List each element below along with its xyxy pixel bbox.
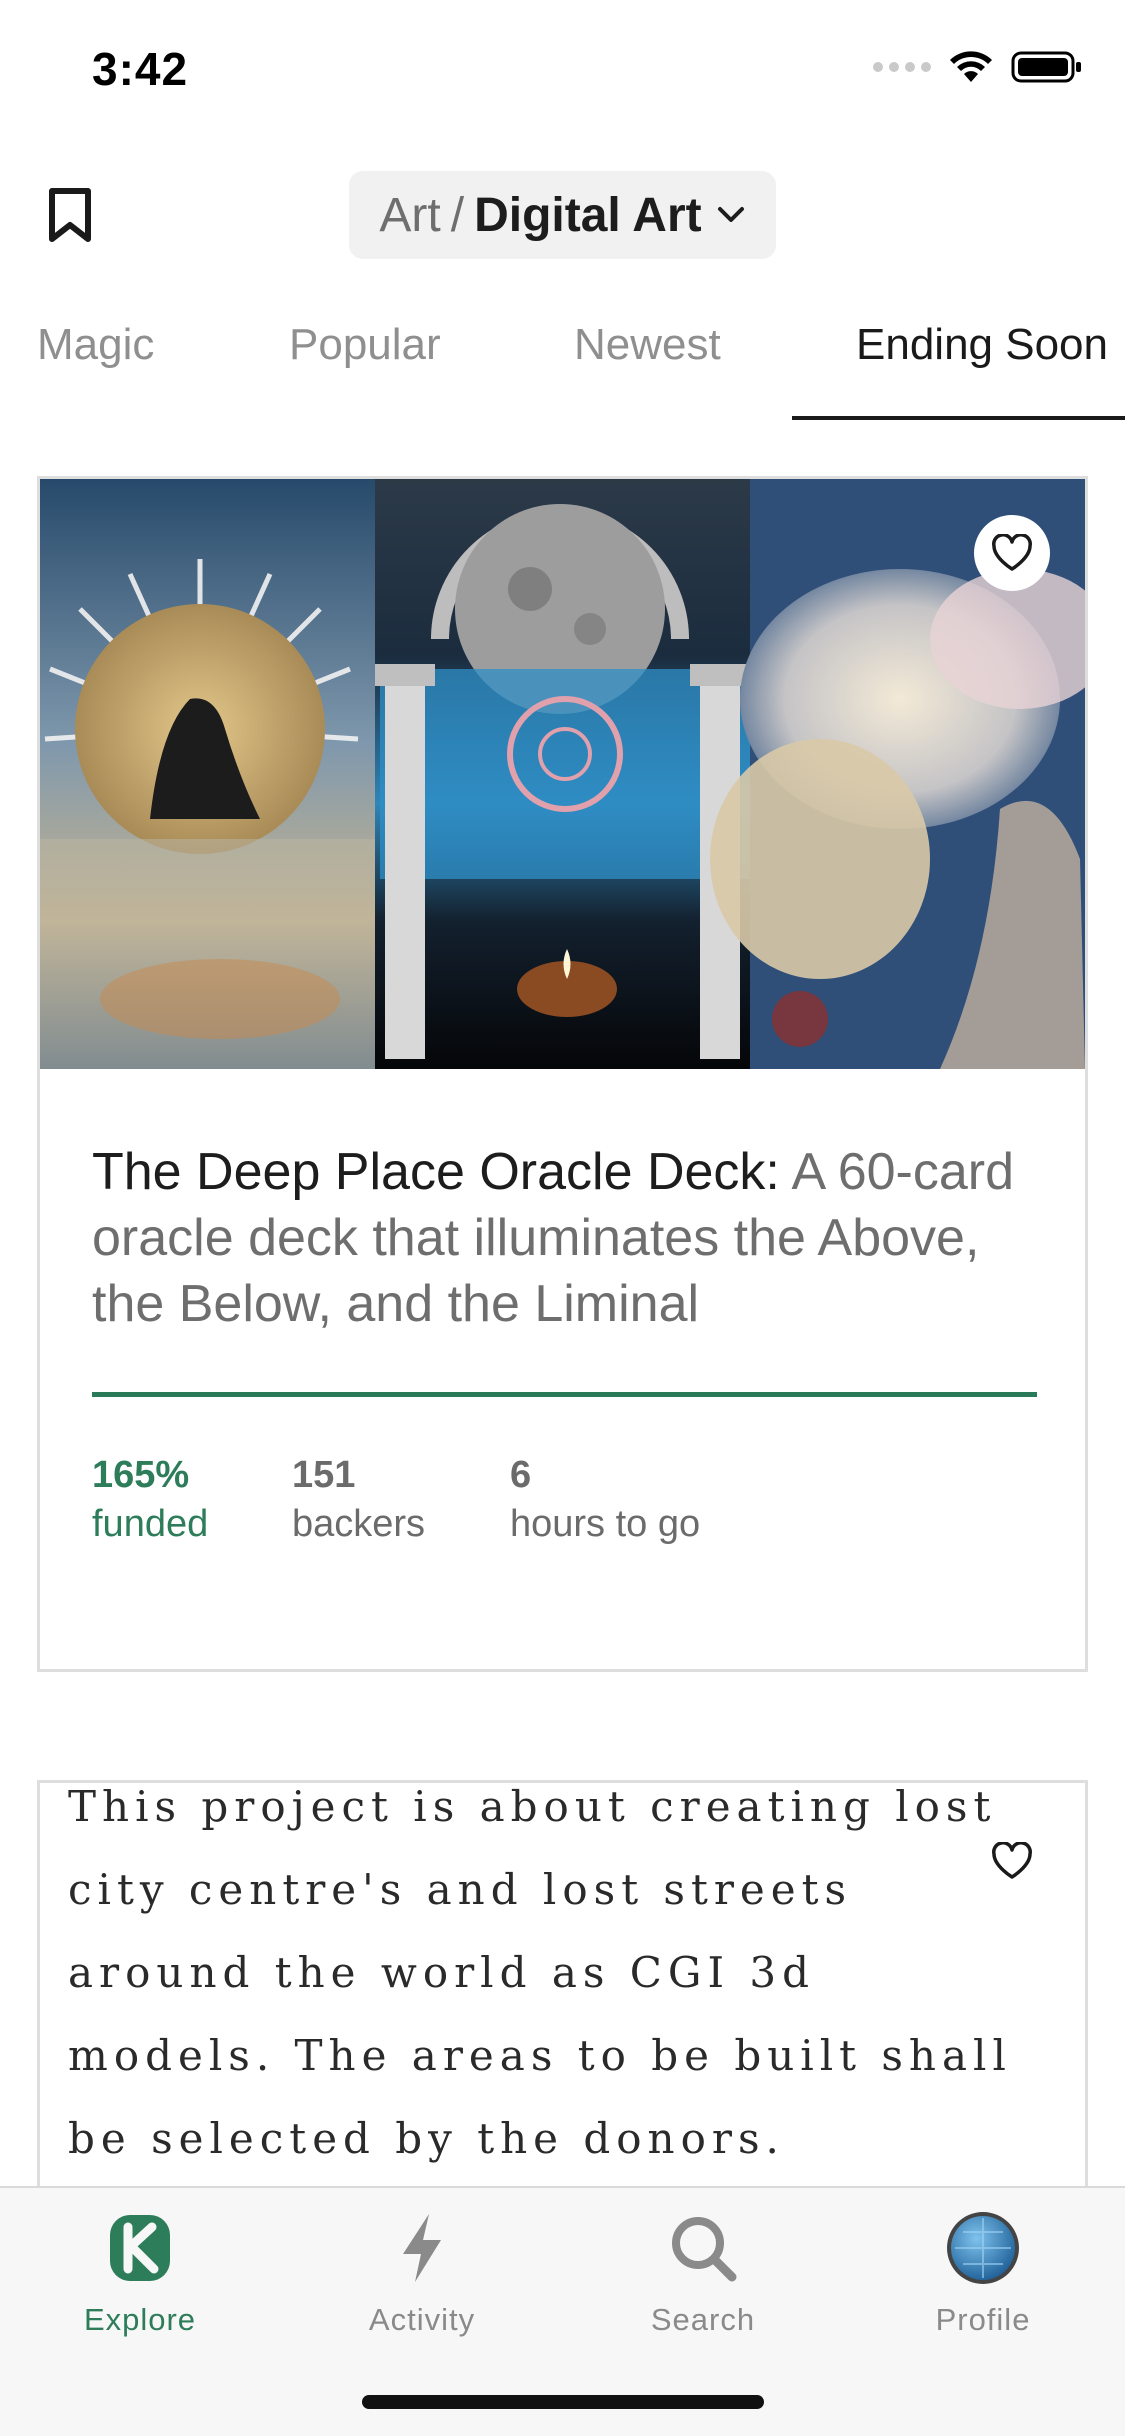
funding-progress-fill xyxy=(92,1392,1037,1397)
avatar-icon xyxy=(945,2208,1021,2288)
tab-popular[interactable]: Popular xyxy=(289,320,441,370)
stat-backers-value: 151 xyxy=(292,1454,356,1496)
lightning-bolt-icon xyxy=(397,2208,447,2288)
project-name: The Deep Place Oracle Deck: xyxy=(92,1143,780,1201)
tab-search[interactable]: Search xyxy=(593,2208,813,2338)
stat-funded-value: 165% xyxy=(92,1454,190,1496)
bookmark-button[interactable] xyxy=(40,180,100,250)
project-title[interactable]: The Deep Place Oracle Deck: A 60-card or… xyxy=(92,1139,1042,1337)
category-separator: / xyxy=(450,188,465,242)
wifi-icon xyxy=(950,51,992,82)
project-image-text: This project is about creating lost city… xyxy=(68,1782,1012,2163)
tab-newest[interactable]: Newest xyxy=(574,320,721,370)
stat-time-label: hours to go xyxy=(510,1503,701,1545)
tab-explore-label: Explore xyxy=(83,2302,197,2337)
search-icon xyxy=(668,2208,738,2288)
active-tab-indicator xyxy=(792,416,1125,420)
tab-profile-label: Profile xyxy=(935,2302,1031,2337)
tab-ending-soon[interactable]: Ending Soon xyxy=(856,320,1108,370)
stat-time-value: 6 xyxy=(510,1454,532,1496)
category-current: Digital Art xyxy=(474,188,702,242)
status-time: 3:42 xyxy=(92,43,189,95)
tab-profile[interactable]: Profile xyxy=(873,2208,1093,2338)
tab-activity[interactable]: Activity xyxy=(312,2208,532,2338)
tab-activity-label: Activity xyxy=(368,2302,476,2337)
project-image xyxy=(40,479,1085,1069)
status-icons xyxy=(873,50,1083,84)
stat-time: 6 hours to go xyxy=(510,1454,700,1546)
heart-outline-icon xyxy=(992,534,1032,571)
chevron-down-icon xyxy=(717,207,744,222)
bookmark-icon xyxy=(49,188,91,242)
heart-outline-icon xyxy=(992,1842,1032,1879)
tab-explore[interactable]: Explore xyxy=(30,2208,250,2338)
project-card[interactable]: The Deep Place Oracle Deck: A 60-card or… xyxy=(37,476,1088,1672)
favorite-button[interactable] xyxy=(974,515,1050,591)
funding-progress-bar xyxy=(92,1392,1037,1397)
category-selector[interactable]: Art / Digital Art xyxy=(349,171,776,259)
kickstarter-logo-icon xyxy=(108,2208,172,2288)
cellular-signal-icon xyxy=(873,62,931,72)
tab-search-label: Search xyxy=(650,2302,756,2337)
project-card[interactable]: This project is about creating lost city… xyxy=(37,1780,1088,2200)
favorite-button[interactable] xyxy=(974,1823,1050,1899)
category-parent: Art xyxy=(379,188,441,242)
stat-backers: 151 backers xyxy=(292,1454,425,1546)
tab-magic[interactable]: Magic xyxy=(37,320,154,370)
sort-tabs: Magic Popular Newest Ending Soon xyxy=(0,310,1125,420)
stat-funded-label: funded xyxy=(92,1503,209,1545)
stat-funded: 165% funded xyxy=(92,1454,208,1546)
status-bar: 3:42 xyxy=(0,0,1125,140)
battery-icon xyxy=(1011,51,1081,83)
home-indicator[interactable] xyxy=(362,2395,764,2409)
stat-backers-label: backers xyxy=(292,1503,426,1545)
